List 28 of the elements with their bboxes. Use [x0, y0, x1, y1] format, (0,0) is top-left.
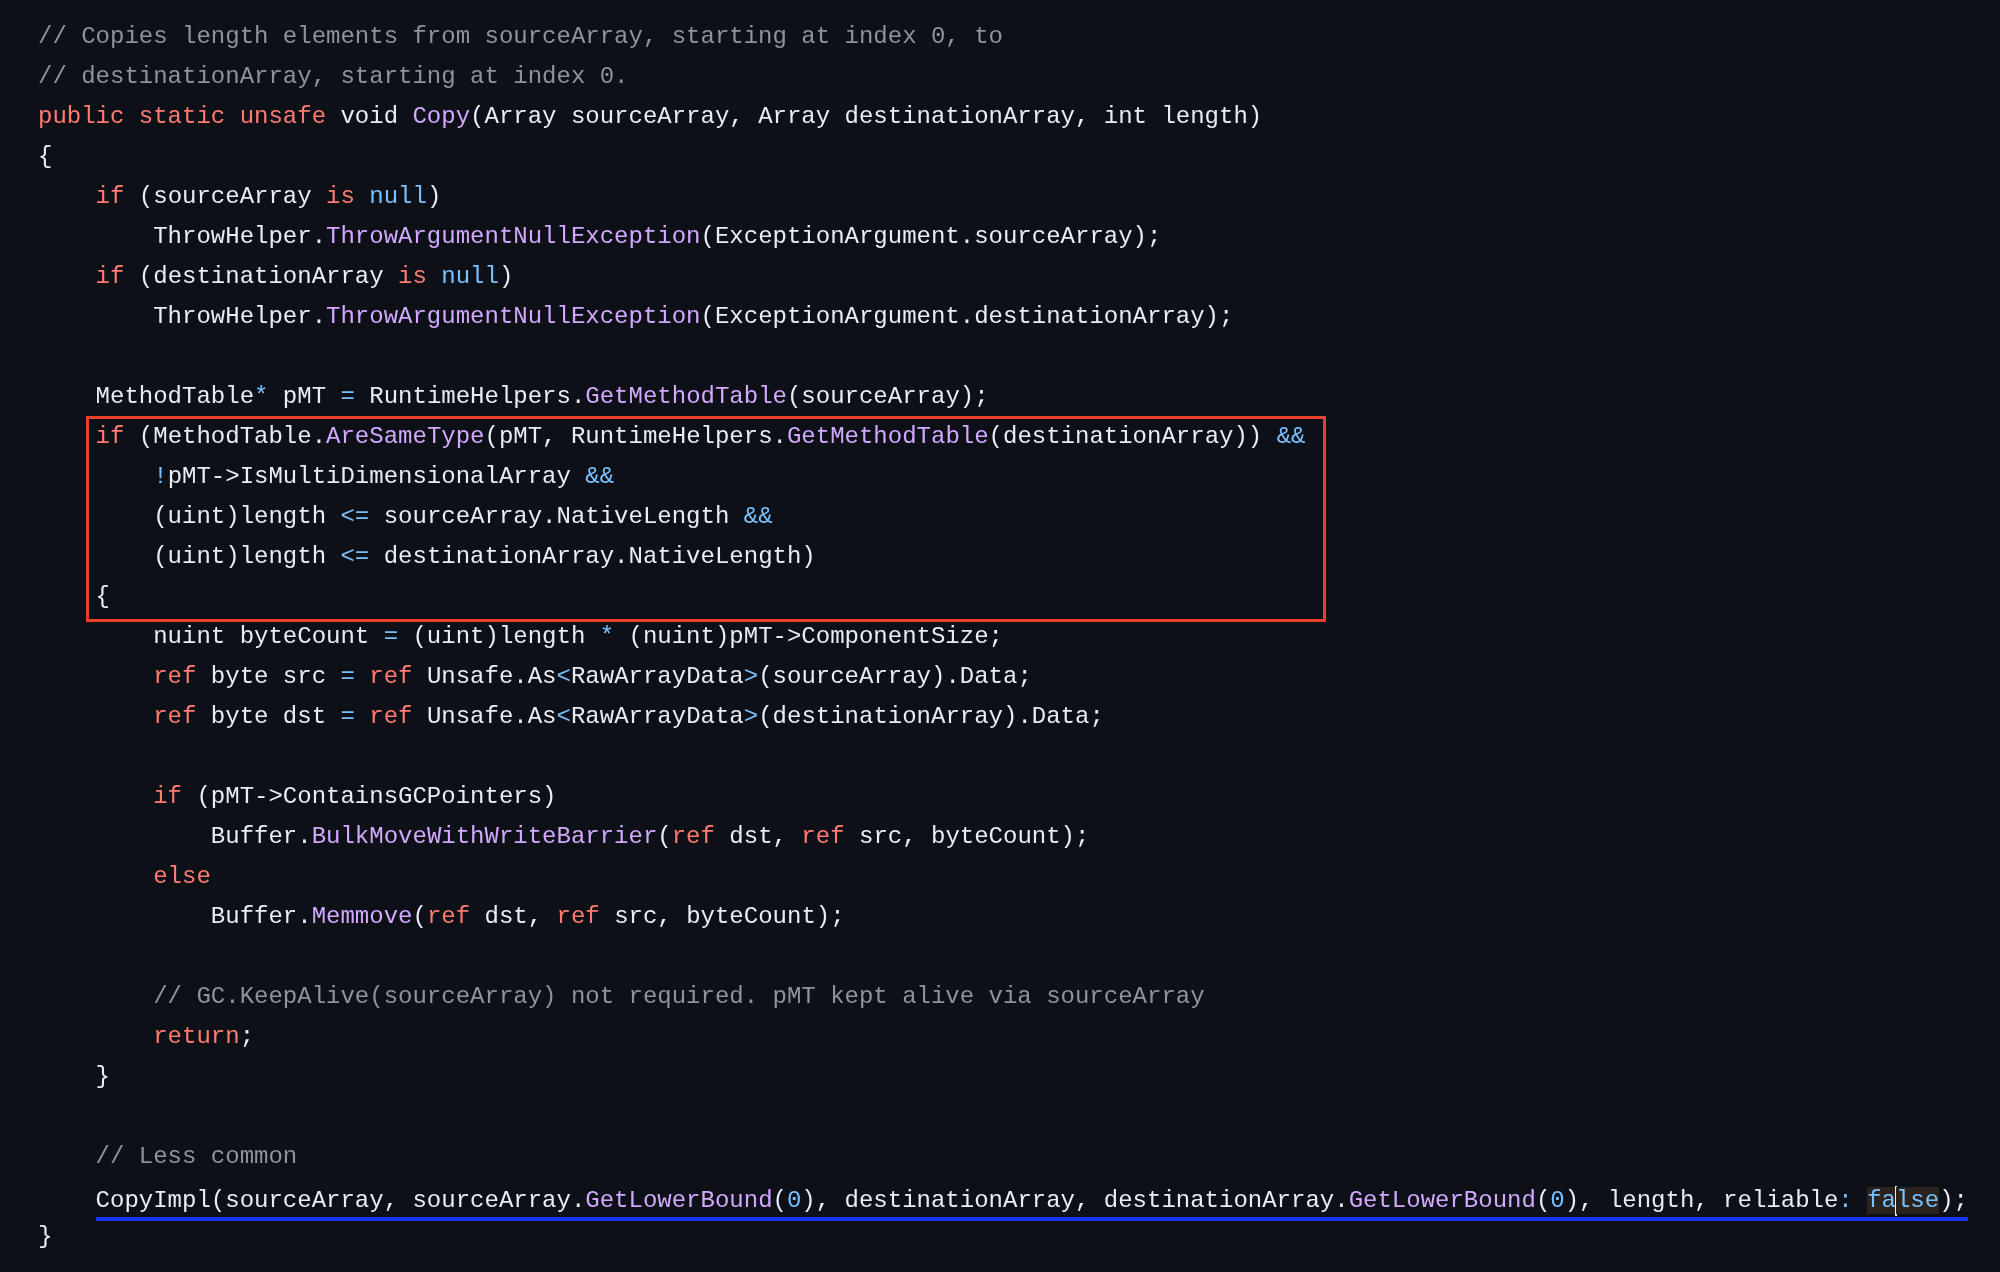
- code-comment: // GC.KeepAlive(sourceArray) not required. pMT kept alive via sourceArray: [153, 982, 1205, 1012]
- code-line: Buffer.Memmove(ref dst, ref src, byteCount);: [210, 902, 845, 932]
- code-line: ref byte dst = ref Unsafe.As<RawArrayData>(destinationArray).Data;: [153, 702, 1104, 732]
- code-line: (uint)length <= sourceArray.NativeLength &&: [153, 502, 773, 532]
- code-line: {: [38, 142, 53, 172]
- code-line: Buffer.BulkMoveWithWriteBarrier(ref dst, ref src, byteCount);: [210, 822, 1090, 852]
- code-line: ref byte src = ref Unsafe.As<RawArrayData>(sourceArray).Data;: [153, 662, 1032, 692]
- text-cursor: [1894, 1185, 1897, 1216]
- code-line: return;: [153, 1022, 255, 1052]
- code-line: public static unsafe void Copy(Array sourceArray, Array destinationArray, int length): [38, 102, 1263, 132]
- code-line: CopyImpl(sourceArray, sourceArray.GetLowerBound(0), destinationArray, destinationArray.GetLowerBound(0), length, reliable: false);: [95, 1185, 1968, 1221]
- code-line: !pMT->IsMultiDimensionalArray &&: [153, 462, 615, 492]
- code-line: if (sourceArray is null): [95, 182, 442, 212]
- code-comment: // destinationArray, starting at index 0.: [38, 62, 629, 92]
- code-line: {: [95, 582, 110, 612]
- code-line: if (destinationArray is null): [95, 262, 514, 292]
- code-line: if (pMT->ContainsGCPointers): [153, 782, 557, 812]
- code-line: nuint byteCount = (uint)length * (nuint)pMT->ComponentSize;: [153, 622, 1003, 652]
- code-line: MethodTable* pMT = RuntimeHelpers.GetMethodTable(sourceArray);: [95, 382, 989, 412]
- code-line: if (MethodTable.AreSameType(pMT, RuntimeHelpers.GetMethodTable(destinationArray)) &&: [95, 422, 1306, 452]
- code-line: }: [95, 1062, 110, 1092]
- code-line: }: [38, 1222, 53, 1252]
- code-line: ThrowHelper.ThrowArgumentNullException(ExceptionArgument.destinationArray);: [153, 302, 1234, 332]
- code-line: ThrowHelper.ThrowArgumentNullException(ExceptionArgument.sourceArray);: [153, 222, 1162, 252]
- code-line: (uint)length <= destinationArray.NativeLength): [153, 542, 816, 572]
- code-comment: // Copies length elements from sourceArray, starting at index 0, to: [38, 22, 1003, 52]
- code-line: else: [153, 862, 211, 892]
- code-comment: // Less common: [95, 1142, 298, 1172]
